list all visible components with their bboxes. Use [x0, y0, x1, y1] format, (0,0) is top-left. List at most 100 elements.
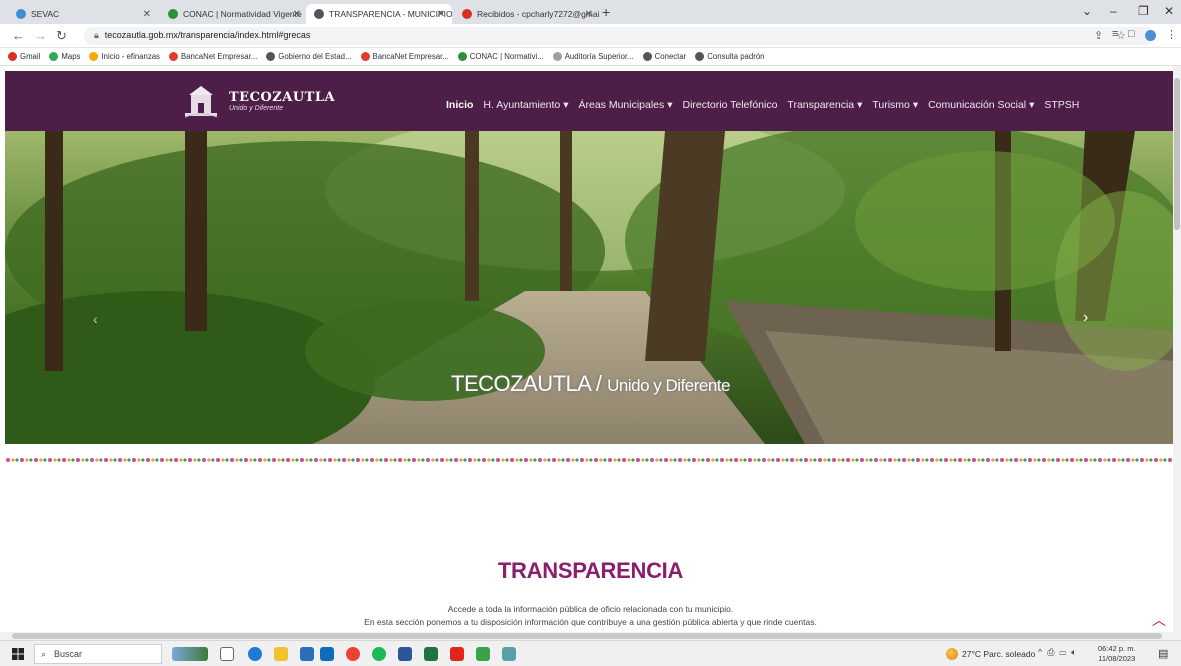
- bookmark-gobierno[interactable]: Gobierno del Estad...: [266, 52, 352, 61]
- menu-item-comunicacion-social[interactable]: Comunicación Social ▾: [928, 99, 1034, 111]
- bookmark-bancanet-2[interactable]: BancaNet Empresar...: [360, 52, 449, 61]
- menu-item-label: H. Ayuntamiento: [483, 99, 561, 111]
- mail-icon[interactable]: [320, 647, 334, 661]
- edge-icon[interactable]: [248, 647, 262, 661]
- scrollbar-thumb[interactable]: [12, 633, 1162, 639]
- auditoria-icon: [552, 52, 562, 61]
- taskbar-clock[interactable]: 06:42 p. m. 11/08/2023: [1098, 644, 1136, 664]
- menu-item-label: Inicio: [446, 99, 474, 111]
- globe-icon: [266, 52, 276, 61]
- intro-line-2: En esta sección ponemos a tu disposición…: [364, 617, 817, 627]
- bookmark-conac[interactable]: CONAC | Normativi...: [457, 52, 544, 61]
- profile-avatar[interactable]: [1145, 30, 1156, 41]
- weather-widget[interactable]: 27°C Parc. soleado: [946, 648, 1035, 660]
- bookmark-bancanet-1[interactable]: BancaNet Empresar...: [168, 52, 257, 61]
- conac-icon: [457, 52, 467, 61]
- carousel-next-icon[interactable]: ›: [1083, 309, 1088, 327]
- file-explorer-icon[interactable]: [274, 647, 288, 661]
- close-icon[interactable]: ✕: [437, 9, 445, 20]
- clock-time: 06:42 p. m.: [1098, 644, 1136, 653]
- decorative-greca-border: [5, 456, 1175, 464]
- menu-item-stpsh[interactable]: STPSH: [1044, 99, 1079, 111]
- bookmark-label: Maps: [61, 52, 81, 61]
- caret-down-icon: ▾: [563, 99, 569, 111]
- excel-icon[interactable]: [424, 647, 438, 661]
- download-app-icon[interactable]: [476, 647, 490, 661]
- window-close-icon[interactable]: ✕: [1164, 4, 1174, 18]
- bookmark-conectar[interactable]: Conectar: [642, 52, 686, 61]
- bookmark-auditoria[interactable]: Auditoría Superior...: [552, 52, 634, 61]
- clock-date: 11/08/2023: [1098, 654, 1136, 663]
- word-icon[interactable]: [398, 647, 412, 661]
- store-icon[interactable]: [300, 647, 314, 661]
- close-icon[interactable]: ✕: [585, 9, 593, 20]
- menu-item-label: STPSH: [1044, 99, 1080, 111]
- tab-search-icon[interactable]: ⌄: [1082, 4, 1092, 18]
- share-icon[interactable]: ⇪: [1094, 29, 1103, 42]
- minimize-icon[interactable]: –: [1110, 4, 1117, 18]
- menu-item-turismo[interactable]: Turismo ▾: [872, 99, 918, 111]
- scroll-to-top-icon[interactable]: ︿: [1152, 610, 1166, 630]
- windows-taskbar: ⌕ Buscar 27°C Parc. soleado ^ ⎙ ▭ 🔈︎ 06:…: [0, 640, 1181, 666]
- close-icon[interactable]: ✕: [293, 9, 301, 20]
- globe-icon: [695, 52, 705, 61]
- gmail-icon: [8, 52, 17, 61]
- more-menu-icon[interactable]: ⋮: [1166, 28, 1177, 41]
- caret-down-icon: ▾: [1029, 99, 1035, 111]
- chrome-icon[interactable]: [346, 647, 360, 661]
- address-bar[interactable]: 🔒︎ tecozautla.gob.mx/transparencia/index.…: [84, 27, 1154, 45]
- caret-down-icon: ▾: [912, 99, 919, 111]
- intro-line-1: Accede a toda la información pública de …: [447, 604, 734, 614]
- partly-sunny-icon: [946, 648, 958, 660]
- tab-gmail[interactable]: Recibidos - cpcharly7272@gmai ✕: [454, 4, 600, 24]
- notification-icon[interactable]: ▤: [1158, 647, 1168, 660]
- bookmark-label: Auditoría Superior...: [564, 52, 634, 61]
- forward-arrow-icon[interactable]: →: [34, 28, 47, 43]
- globe-icon: [314, 9, 324, 19]
- bookmark-label: Consulta padrón: [707, 52, 765, 61]
- bookmark-efinanzas[interactable]: Inicio - efinanzas: [89, 52, 160, 61]
- menu-item-label: Transparencia: [787, 99, 855, 111]
- menu-item-inicio[interactable]: Inicio: [446, 99, 473, 111]
- network-app-icon[interactable]: [502, 647, 516, 661]
- bancanet-icon: [168, 52, 178, 61]
- system-tray-icons[interactable]: ^ ⎙ ▭ 🔈︎: [1038, 647, 1077, 658]
- menu-item-directorio[interactable]: Directorio Telefónico: [682, 99, 777, 111]
- acrobat-icon[interactable]: [450, 647, 464, 661]
- reload-icon[interactable]: ↻: [56, 28, 67, 44]
- menu-item-h-ayuntamiento[interactable]: H. Ayuntamiento ▾: [483, 99, 568, 111]
- back-arrow-icon[interactable]: ←: [12, 28, 25, 43]
- reading-list-icon[interactable]: ≡: [1112, 28, 1118, 40]
- menu-item-areas-municipales[interactable]: Áreas Municipales ▾: [578, 99, 672, 111]
- url-text: tecozautla.gob.mx/transparencia/index.ht…: [104, 30, 311, 40]
- municipal-emblem-icon: [184, 86, 218, 118]
- menu-item-label: Directorio Telefónico: [682, 99, 778, 111]
- tab-transparencia[interactable]: TRANSPARENCIA - MUNICIPIO D ✕: [306, 4, 452, 24]
- landscape-widget-icon[interactable]: [172, 647, 208, 661]
- tab-sevac[interactable]: SEVAC ✕: [8, 4, 158, 24]
- task-view-icon[interactable]: [220, 647, 234, 661]
- logo-tagline: Unido y Diferente: [229, 105, 284, 112]
- menu-item-transparencia[interactable]: Transparencia ▾: [787, 99, 862, 111]
- maximize-icon[interactable]: ❐: [1138, 4, 1149, 18]
- menu-item-label: Comunicación Social: [928, 99, 1027, 111]
- sevac-icon: [16, 9, 26, 19]
- hero-caption-main: TECOZAUTLA /: [451, 371, 602, 396]
- close-icon[interactable]: ✕: [143, 9, 151, 20]
- horizontal-scrollbar[interactable]: [0, 632, 1181, 640]
- bookmark-gmail[interactable]: Gmail: [8, 52, 40, 61]
- taskbar-search-box[interactable]: ⌕ Buscar: [34, 644, 162, 664]
- bookmark-maps[interactable]: Maps: [49, 52, 80, 61]
- windows-start-icon[interactable]: [12, 648, 24, 660]
- carousel-prev-icon[interactable]: ‹: [93, 311, 98, 327]
- vertical-scrollbar[interactable]: [1173, 66, 1181, 632]
- new-tab-button[interactable]: +: [602, 4, 610, 20]
- bookmark-consulta-padron[interactable]: Consulta padrón: [695, 52, 765, 61]
- bancanet-icon: [360, 52, 370, 61]
- scrollbar-thumb[interactable]: [1174, 78, 1180, 230]
- tab-conac[interactable]: CONAC | Normatividad Vigente ✕: [160, 4, 308, 24]
- side-panel-icon[interactable]: □: [1128, 28, 1135, 40]
- search-icon: ⌕: [41, 648, 47, 659]
- site-logo[interactable]: TECOZAUTLA Unido y Diferente: [181, 81, 335, 121]
- spotify-icon[interactable]: [372, 647, 386, 661]
